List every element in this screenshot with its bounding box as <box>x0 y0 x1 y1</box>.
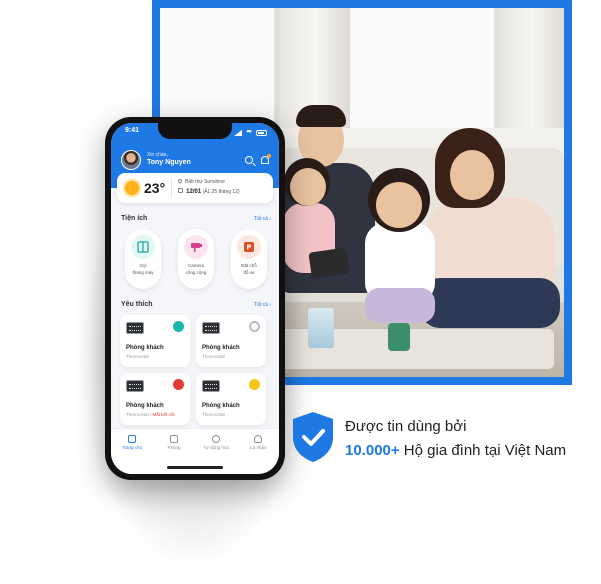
girl-figure <box>360 168 440 328</box>
tablet-device <box>308 247 350 279</box>
device-type: Thermostat / Mất kết nối <box>126 412 175 417</box>
favorite-device-card[interactable]: Phòng khách Thermostat <box>196 373 266 425</box>
device-room-name: Phòng khách <box>126 403 164 409</box>
tile-label-line1: Gọi <box>139 263 147 268</box>
automation-icon <box>212 435 220 443</box>
avatar[interactable] <box>121 150 141 170</box>
tile-public-camera[interactable]: Camera công cộng <box>178 229 214 289</box>
trust-headline: Được tin dùng bởi <box>345 418 467 435</box>
bottom-tab-bar: Trang chủ Phòng Tự động hóa Cá nhân <box>111 428 279 474</box>
date-row: 12/01 (ÂL 25 tháng 12) <box>178 187 240 198</box>
solar-date: 12/01 <box>186 189 202 196</box>
weather-info: Biệt thự Sunshine 12/01 (ÂL 25 tháng 12) <box>177 177 240 199</box>
trust-badge: Được tin dùng bởi 10.000+ Hộ gia đình tạ… <box>290 408 595 468</box>
temperature: 23° <box>144 180 166 196</box>
divider <box>171 178 173 198</box>
camera-icon <box>184 235 208 259</box>
power-status-icon[interactable] <box>173 321 184 332</box>
tab-label: Trang chủ <box>121 445 143 450</box>
lunar-date: (ÂL 25 tháng 12) <box>202 189 240 196</box>
tab-label: Tự động hóa <box>203 445 229 450</box>
weather-card[interactable]: 23° Biệt thự Sunshine 12/01 (ÂL 25 tháng… <box>117 173 273 203</box>
thermostat-icon <box>126 322 144 334</box>
trust-subline-text: Hộ gia đình tại Việt Nam <box>399 442 567 459</box>
tile-label-line1: Camera <box>187 263 204 268</box>
household-count: 10.000+ <box>345 442 400 459</box>
location-pin-icon <box>177 177 184 184</box>
phone-notch <box>158 123 232 139</box>
device-room-name: Phòng khách <box>202 345 240 351</box>
favorite-device-card[interactable]: Phòng khách Thermostat <box>120 315 190 367</box>
device-room-name: Phòng khách <box>202 403 240 409</box>
pencil-sharpener <box>388 323 410 351</box>
thermostat-icon <box>202 380 220 392</box>
favorites-see-all-link[interactable]: Tất cả › <box>254 302 271 308</box>
tile-label-line1: Đặt chỗ <box>241 263 257 268</box>
power-status-icon[interactable] <box>249 379 260 390</box>
phone-mockup: 9:41 Xin chào, Tony Nguyen 23° Biệt thự … <box>105 117 285 480</box>
location-row: Biệt thự Sunshine <box>177 177 239 188</box>
tab-profile[interactable]: Cá nhân <box>241 435 275 474</box>
thermostat-icon <box>202 322 220 334</box>
user-name: Tony Nguyen <box>147 158 191 166</box>
tile-label-line2: đỗ xe <box>243 269 255 275</box>
profile-icon <box>254 435 262 443</box>
greeting-block: Xin chào, Tony Nguyen <box>147 152 191 167</box>
tab-home[interactable]: Trang chủ <box>115 435 149 474</box>
tile-call-elevator[interactable]: Gọi thang máy <box>125 229 161 289</box>
sun-icon <box>125 181 139 195</box>
home-indicator <box>167 466 223 469</box>
tile-label-line2: thang máy <box>132 269 154 275</box>
favorites-title: Yêu thích <box>121 301 153 308</box>
bell-icon[interactable] <box>261 154 271 164</box>
greeting-text: Xin chào, <box>147 152 168 159</box>
favorite-device-card[interactable]: Phòng khách Thermostat / Mất kết nối <box>120 373 190 425</box>
door-icon <box>170 435 178 443</box>
header-actions <box>245 154 271 164</box>
tab-label: Cá nhân <box>249 445 267 450</box>
location-name: Biệt thự Sunshine <box>185 178 225 185</box>
phone-screen: 9:41 Xin chào, Tony Nguyen 23° Biệt thự … <box>111 123 279 474</box>
see-all-label: Tất cả <box>254 216 268 222</box>
power-status-icon[interactable] <box>173 379 184 390</box>
svg-text:P: P <box>246 244 251 252</box>
device-type: Thermostat <box>202 412 225 417</box>
status-icons <box>234 127 267 139</box>
tile-label-line2: công cộng <box>185 269 207 275</box>
user-row: Xin chào, Tony Nguyen <box>121 149 271 171</box>
utilities-title: Tiện ích <box>121 215 148 222</box>
connection-lost-text: Mất kết nối <box>152 412 175 417</box>
tile-parking-booking[interactable]: P Đặt chỗ đỗ xe <box>231 229 267 289</box>
favorite-device-card[interactable]: Phòng khách Thermostat <box>196 315 266 367</box>
home-icon <box>128 435 136 443</box>
trust-subline: 10.000+ Hộ gia đình tại Việt Nam <box>345 442 566 459</box>
elevator-icon <box>131 235 155 259</box>
thermostat-icon <box>126 380 144 392</box>
utilities-see-all-link[interactable]: Tất cả › <box>254 216 271 222</box>
battery-icon <box>256 130 267 136</box>
device-type: Thermostat <box>126 354 149 359</box>
tile-label: Đặt chỗ đỗ xe <box>231 263 267 277</box>
signal-icon <box>234 130 242 136</box>
power-status-icon[interactable] <box>249 321 260 332</box>
parking-icon: P <box>237 235 261 259</box>
tile-label: Camera công cộng <box>178 263 214 277</box>
search-icon[interactable] <box>245 156 253 164</box>
calendar-icon <box>178 188 184 194</box>
see-all-label: Tất cả <box>254 302 268 308</box>
wifi-icon <box>245 130 253 136</box>
pencil-cup <box>308 308 334 348</box>
device-type: Thermostat <box>202 354 225 359</box>
device-room-name: Phòng khách <box>126 345 164 351</box>
tile-label: Gọi thang máy <box>125 263 161 277</box>
tab-label: Phòng <box>167 445 181 450</box>
shield-check-icon <box>293 412 333 462</box>
curtain-right <box>500 8 564 148</box>
status-time: 9:41 <box>125 127 140 134</box>
device-type-label: Thermostat / <box>126 412 153 417</box>
